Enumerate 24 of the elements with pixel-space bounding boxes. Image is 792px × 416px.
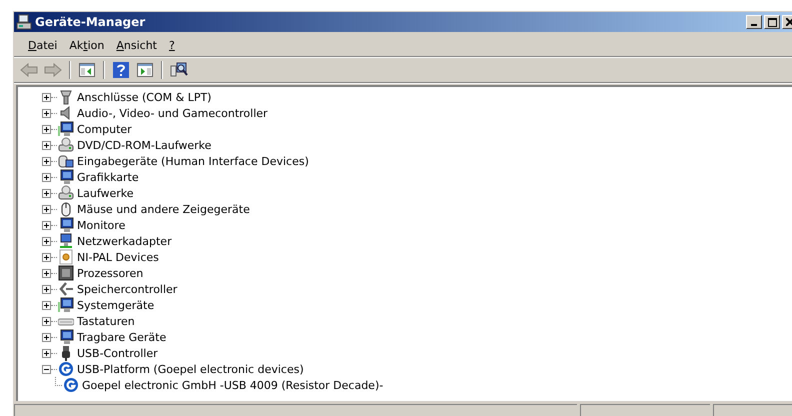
tree-item[interactable]: Computer — [77, 122, 132, 136]
tree-item[interactable]: Audio-, Video- und Gamecontroller — [77, 106, 268, 120]
tree-item[interactable]: Monitore — [77, 218, 126, 232]
tree-item[interactable]: Tragbare Geräte — [77, 330, 166, 344]
tree-item[interactable]: Netzwerkadapter — [77, 234, 172, 248]
tree-item[interactable]: Mäuse und andere Zeigegeräte — [77, 202, 250, 216]
tree-item[interactable]: NI-PAL Devices — [77, 250, 159, 264]
tree-item[interactable]: Systemgeräte — [77, 298, 154, 312]
tree-item[interactable]: Anschlüsse (COM & LPT) — [77, 90, 212, 104]
menu-item[interactable]: ? — [163, 38, 181, 52]
tree-item[interactable]: Speichercontroller — [77, 282, 178, 296]
tree-item[interactable]: Prozessoren — [77, 266, 144, 280]
window-title: Geräte-Manager — [35, 15, 146, 29]
tree-item[interactable]: USB-Controller — [77, 346, 158, 360]
tree-item[interactable]: Eingabegeräte (Human Interface Devices) — [77, 154, 309, 168]
tree-item[interactable]: Laufwerke — [77, 186, 134, 200]
menu-item[interactable]: Aktion — [63, 38, 110, 52]
tree-item[interactable]: DVD/CD-ROM-Laufwerke — [77, 138, 212, 152]
tree-item[interactable]: Tastaturen — [77, 314, 135, 328]
menu-item[interactable]: Ansicht — [110, 38, 163, 52]
tree-item[interactable]: Goepel electronic GmbH -USB 4009 (Resistor Decade)- — [82, 378, 384, 392]
tree-item[interactable]: USB-Platform (Goepel electronic devices) — [77, 362, 304, 376]
menu-item[interactable]: Datei — [22, 38, 64, 52]
tree-item[interactable]: Grafikkarte — [77, 170, 139, 184]
